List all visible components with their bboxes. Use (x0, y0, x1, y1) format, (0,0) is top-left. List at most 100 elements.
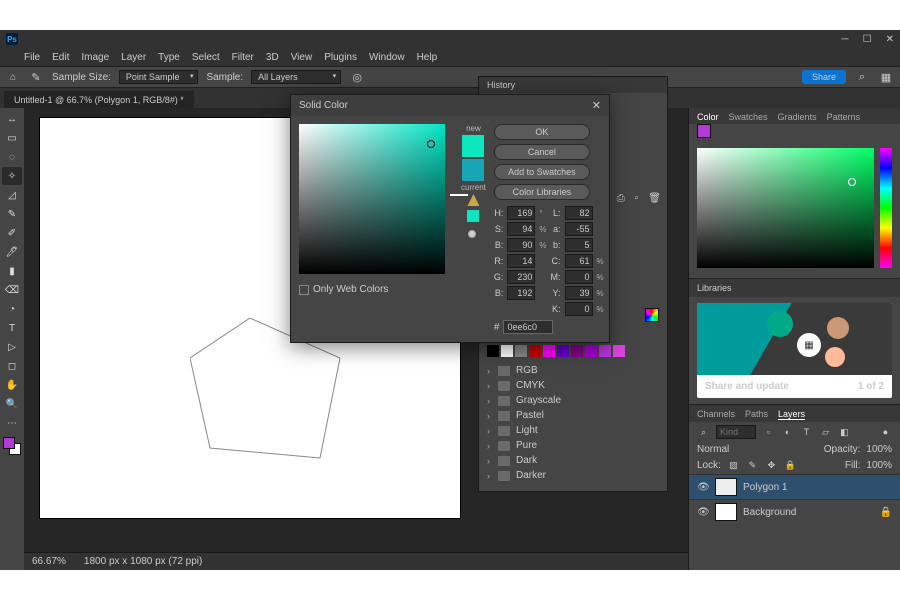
recent-swatch[interactable] (585, 345, 597, 357)
sample-size-dropdown[interactable]: Point Sample (119, 70, 199, 84)
sample-ring-icon[interactable]: ◎ (349, 69, 365, 85)
filter-smart-icon[interactable]: ◧ (838, 426, 851, 439)
menu-select[interactable]: Select (192, 52, 220, 63)
k-input[interactable] (565, 302, 593, 316)
g-input[interactable] (507, 270, 535, 284)
r-input[interactable] (507, 254, 535, 268)
lock-pixels-icon[interactable]: ✎ (746, 459, 759, 472)
swatch-folder[interactable]: Grayscale (487, 393, 659, 408)
menu-layer[interactable]: Layer (121, 52, 146, 63)
tab-color[interactable]: Color (697, 112, 719, 122)
recent-swatch[interactable] (515, 345, 527, 357)
tab-patterns[interactable]: Patterns (827, 112, 861, 122)
lock-all-icon[interactable]: 🔒 (784, 459, 797, 472)
layer-row[interactable]: 👁 Polygon 1 (689, 474, 900, 499)
current-color-swatch[interactable] (462, 159, 484, 181)
y-input[interactable] (565, 286, 593, 300)
filter-type-icon[interactable]: T (800, 426, 813, 439)
tool-16[interactable]: ⋯ (2, 414, 22, 432)
layer-thumb[interactable] (715, 503, 737, 521)
maximize-icon[interactable]: ☐ (863, 34, 872, 45)
tab-paths[interactable]: Paths (745, 409, 768, 420)
recent-swatch[interactable] (501, 345, 513, 357)
h-input[interactable] (507, 206, 535, 220)
layer-name[interactable]: Polygon 1 (743, 482, 787, 493)
tool-13[interactable]: ◻ (2, 357, 22, 375)
snapshot-icon[interactable]: ⎙ (617, 193, 625, 204)
minimize-icon[interactable]: ─ (842, 34, 849, 45)
only-web-colors-checkbox[interactable]: Only Web Colors (299, 284, 445, 295)
tab-channels[interactable]: Channels (697, 409, 735, 420)
tool-9[interactable]: ⌫ (2, 281, 22, 299)
tool-3[interactable]: ✧ (2, 167, 22, 185)
color-libraries-button[interactable]: Color Libraries (494, 184, 590, 200)
recent-swatch[interactable] (599, 345, 611, 357)
tool-8[interactable]: ▮ (2, 262, 22, 280)
swatch-folder[interactable]: Pure (487, 438, 659, 453)
visibility-icon[interactable]: 👁 (697, 507, 709, 518)
lock-position-icon[interactable]: ✥ (765, 459, 778, 472)
layer-name[interactable]: Background (743, 507, 796, 518)
tool-11[interactable]: T (2, 319, 22, 337)
visibility-icon[interactable]: 👁 (697, 482, 709, 493)
bb-input[interactable] (507, 286, 535, 300)
swatch-folder[interactable]: CMYK (487, 378, 659, 393)
l-input[interactable] (565, 206, 593, 220)
eyedropper-icon[interactable]: ✎ (28, 69, 44, 85)
s-input[interactable] (507, 222, 535, 236)
filter-kind-icon[interactable]: ⌕ (697, 426, 710, 439)
add-swatches-button[interactable]: Add to Swatches (494, 164, 590, 180)
layer-thumb[interactable] (715, 478, 737, 496)
tab-swatches[interactable]: Swatches (729, 112, 768, 122)
tool-6[interactable]: ✐ (2, 224, 22, 242)
menu-edit[interactable]: Edit (52, 52, 69, 63)
share-button[interactable]: Share (802, 70, 846, 84)
tool-12[interactable]: ▷ (2, 338, 22, 356)
lock-transparent-icon[interactable]: ▨ (727, 459, 740, 472)
swatch-folder[interactable]: RGB (487, 363, 659, 378)
swatch-folder[interactable]: Darker (487, 468, 659, 483)
document-tab[interactable]: Untitled-1 @ 66.7% (Polygon 1, RGB/8#) * (4, 91, 194, 108)
menu-type[interactable]: Type (158, 52, 180, 63)
tab-gradients[interactable]: Gradients (778, 112, 817, 122)
dialog-close-icon[interactable]: ✕ (592, 99, 601, 112)
menu-file[interactable]: File (24, 52, 40, 63)
blend-mode-dropdown[interactable]: Normal (697, 444, 729, 455)
m-input[interactable] (565, 270, 593, 284)
menu-3d[interactable]: 3D (266, 52, 279, 63)
tool-1[interactable]: ▭ (2, 129, 22, 147)
workspace-icon[interactable]: ▦ (878, 69, 894, 85)
cancel-button[interactable]: Cancel (494, 144, 590, 160)
menu-window[interactable]: Window (369, 52, 405, 63)
sample-dropdown[interactable]: All Layers (251, 70, 341, 84)
recent-swatch[interactable] (557, 345, 569, 357)
layer-row[interactable]: 👁Background🔒 (689, 499, 900, 524)
rainbow-swatch-icon[interactable] (645, 308, 659, 322)
tool-0[interactable]: ↔ (2, 110, 22, 128)
menu-plugins[interactable]: Plugins (324, 52, 357, 63)
tab-layers[interactable]: Layers (778, 409, 805, 420)
gamut-warning-icon[interactable] (467, 194, 479, 206)
history-tab[interactable]: History (479, 77, 667, 93)
menu-view[interactable]: View (291, 52, 313, 63)
bv-input[interactable] (507, 238, 535, 252)
a-input[interactable] (565, 222, 593, 236)
filter-adj-icon[interactable]: ◐ (781, 426, 794, 439)
tool-10[interactable]: ◔ (2, 300, 22, 318)
zoom-readout[interactable]: 66.67% (32, 556, 66, 567)
recent-swatch[interactable] (543, 345, 555, 357)
opacity-value[interactable]: 100% (866, 444, 892, 455)
recent-swatch[interactable] (487, 345, 499, 357)
swatch-folder[interactable]: Dark (487, 453, 659, 468)
ok-button[interactable]: OK (494, 124, 590, 140)
recent-swatch[interactable] (529, 345, 541, 357)
tool-14[interactable]: ✋ (2, 376, 22, 394)
fill-value[interactable]: 100% (866, 460, 892, 471)
recent-swatch[interactable] (613, 345, 625, 357)
color-field[interactable] (697, 148, 874, 268)
close-icon[interactable]: ✕ (886, 34, 894, 45)
swatch-folder[interactable]: Pastel (487, 408, 659, 423)
hue-slider[interactable] (880, 148, 892, 268)
filter-toggle-icon[interactable]: ● (879, 426, 892, 439)
layer-filter-input[interactable] (716, 425, 756, 439)
